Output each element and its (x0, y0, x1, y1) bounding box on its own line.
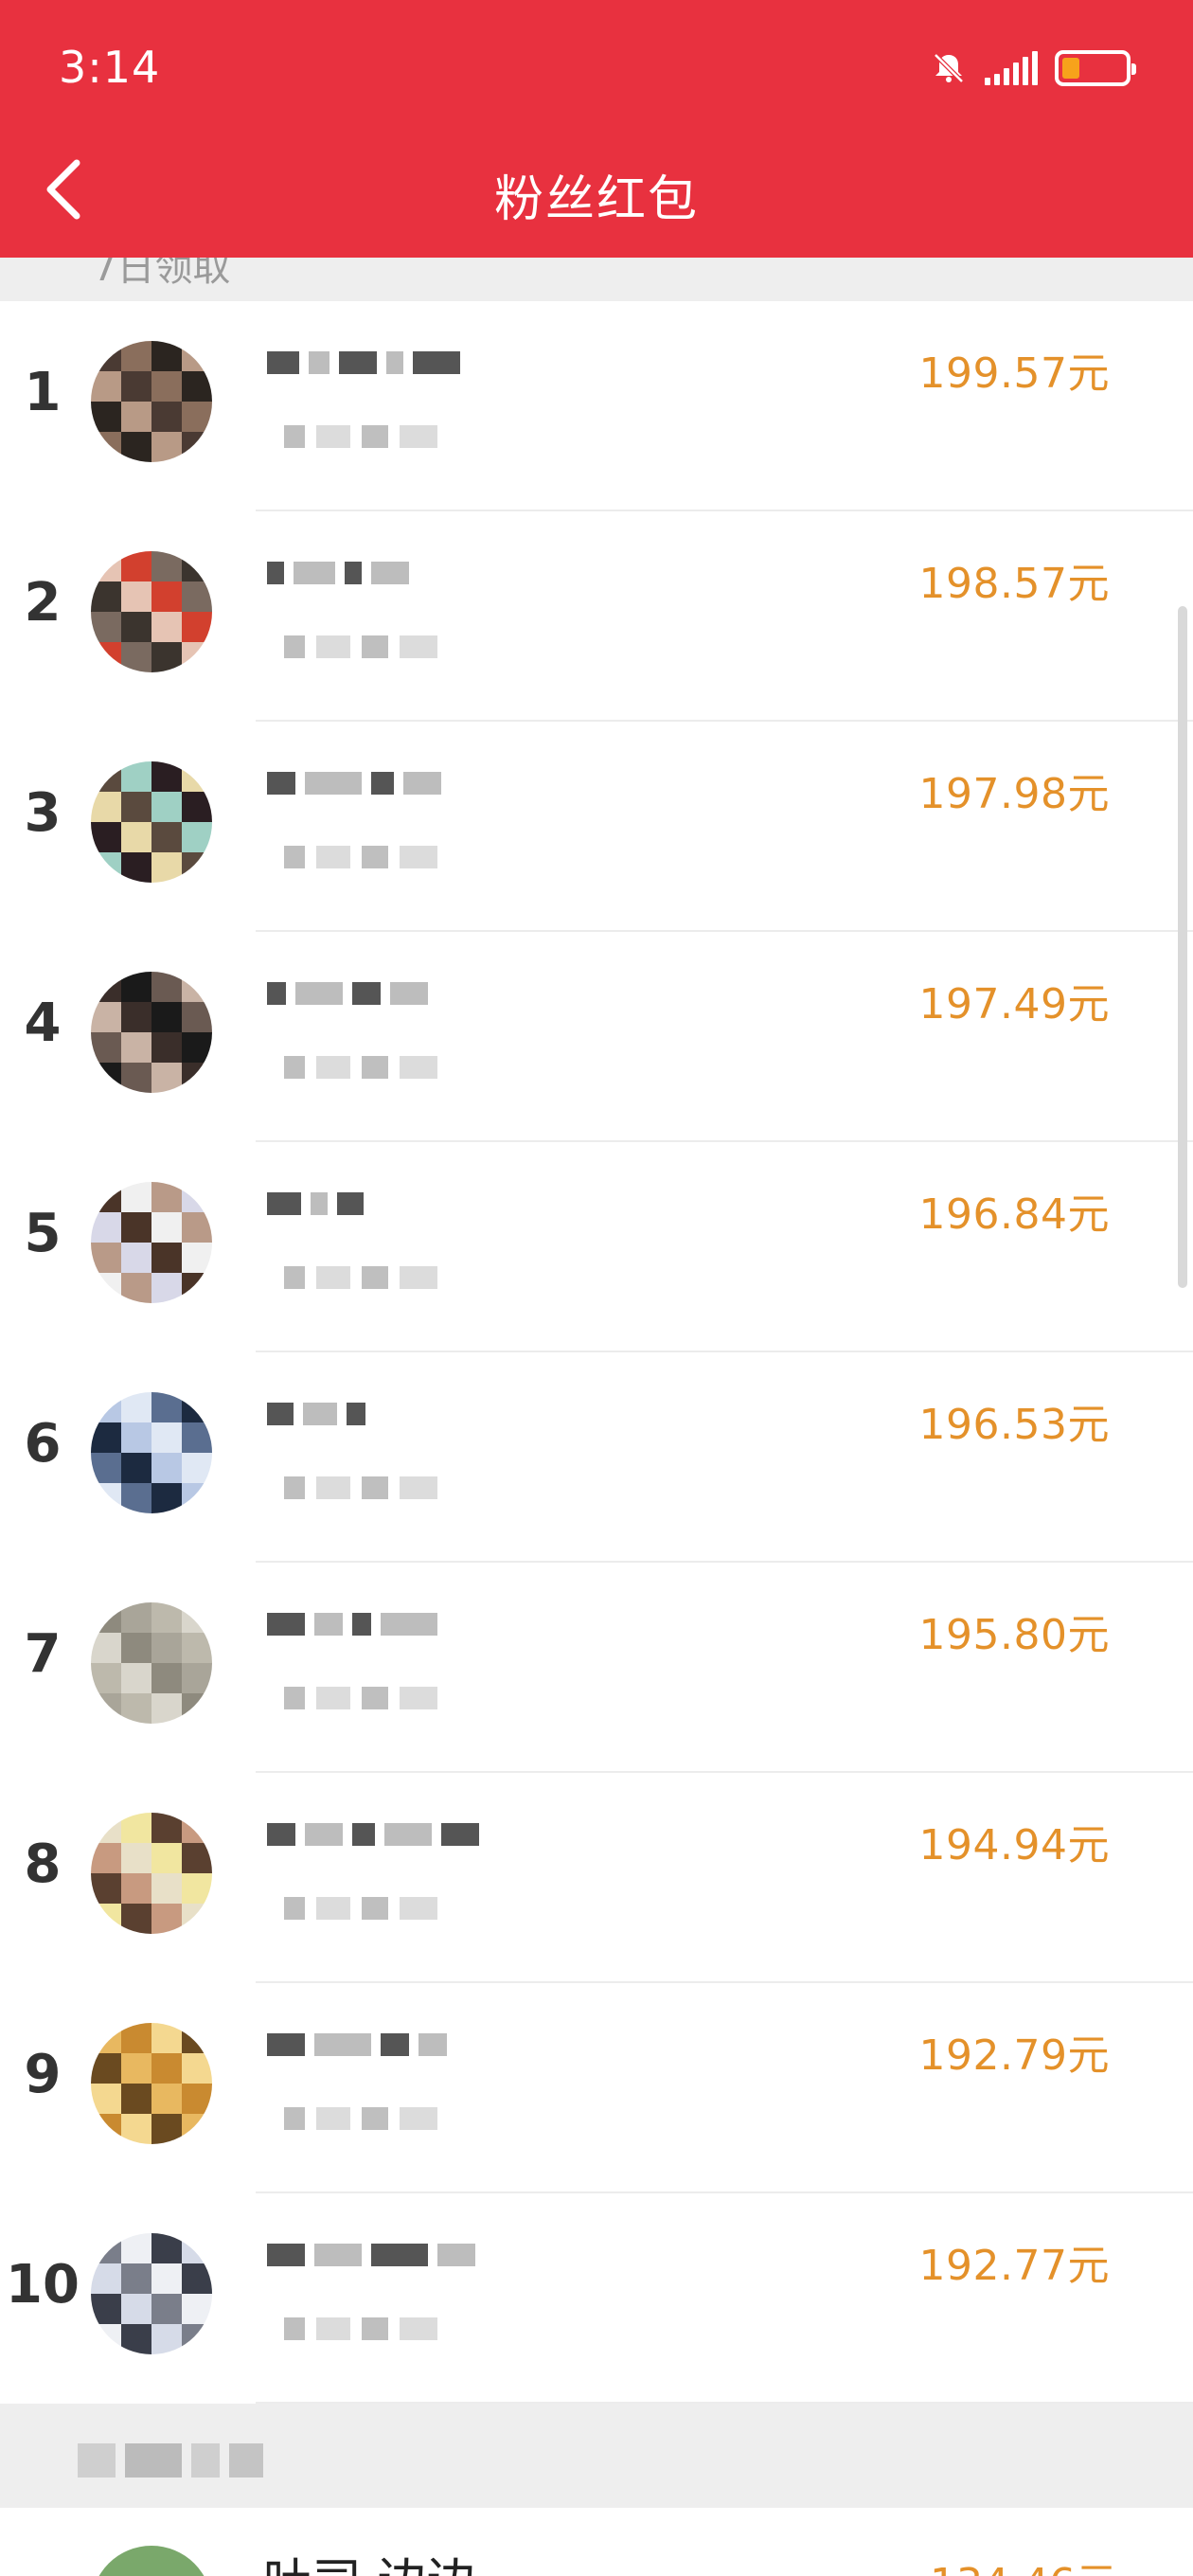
list-item[interactable]: 1 199.57元 (0, 301, 1193, 511)
group-header (0, 2404, 1193, 2508)
scrollbar[interactable] (1178, 606, 1187, 1288)
section-header: 7日领取 (0, 258, 1193, 301)
list-item[interactable]: 3 197.98元 (0, 722, 1193, 932)
rank-number: 6 (24, 1413, 62, 1475)
amount: 196.84元 (918, 1190, 1110, 1239)
avatar (91, 341, 212, 462)
user-name: 吐司 边边 (263, 2542, 476, 2576)
rank-number: 7 (24, 1623, 62, 1685)
ranking-list: 1 199.57元 2 198.57元 3 197.98元 4 197.49元 5 196.84元… (0, 301, 1193, 2404)
rank-number: 3 (24, 782, 62, 844)
blurred-user-name (267, 1398, 365, 1430)
blurred-user-subtitle (284, 843, 437, 871)
list-item[interactable]: 5 196.84元 (0, 1142, 1193, 1352)
blurred-user-subtitle (284, 1894, 437, 1923)
avatar (91, 972, 212, 1093)
rank-number: 9 (24, 2044, 62, 2105)
amount: 192.77元 (918, 2242, 1110, 2290)
blurred-user-name (267, 1608, 437, 1640)
list-item[interactable]: 6 196.53元 (0, 1352, 1193, 1563)
mute-bell-icon (934, 53, 964, 83)
section-header-label: 7日领取 (93, 258, 231, 290)
status-time: 3:14 (59, 42, 161, 93)
amount: 196.53元 (918, 1401, 1110, 1449)
rank-number: 1 (24, 362, 62, 423)
list-item[interactable]: 2 198.57元 (0, 511, 1193, 722)
blurred-user-name (267, 1188, 364, 1220)
blurred-user-subtitle (284, 1474, 437, 1502)
amount: 198.57元 (918, 560, 1110, 608)
avatar (91, 1602, 212, 1724)
blurred-user-subtitle (284, 1053, 437, 1082)
avatar (91, 2546, 212, 2576)
amount: 195.80元 (918, 1611, 1110, 1659)
avatar (91, 2233, 212, 2354)
blurred-user-name (267, 977, 428, 1010)
avatar (91, 1182, 212, 1303)
rank-number: 4 (24, 993, 62, 1054)
rank-number: 10 (6, 2254, 80, 2316)
avatar (91, 551, 212, 672)
list-item[interactable]: 7 195.80元 (0, 1563, 1193, 1773)
blurred-user-name (267, 767, 441, 799)
amount: 199.57元 (918, 349, 1110, 398)
blurred-user-name (267, 2029, 447, 2061)
rank-number: 8 (24, 1834, 62, 1895)
blurred-group-label (78, 2443, 263, 2478)
list-item[interactable]: 10 192.77元 (0, 2193, 1193, 2404)
list-item[interactable]: 9 192.79元 (0, 1983, 1193, 2193)
amount: 197.98元 (918, 770, 1110, 818)
avatar (91, 2023, 212, 2144)
rank-number: 2 (24, 572, 62, 634)
amount: 134.46元 (930, 2549, 1117, 2576)
signal-icon (985, 51, 1038, 85)
blurred-user-name (267, 557, 409, 589)
blurred-user-subtitle (284, 633, 437, 661)
avatar (91, 761, 212, 883)
page-title: 粉丝红包 (493, 171, 699, 228)
blurred-user-name (267, 2239, 475, 2271)
avatar (91, 1813, 212, 1934)
rank-number: 5 (24, 1203, 62, 1264)
list-item[interactable]: 4 197.49元 (0, 932, 1193, 1142)
blurred-user-subtitle (284, 422, 437, 451)
amount: 194.94元 (918, 1821, 1110, 1869)
status-icons (930, 45, 1136, 91)
blurred-user-subtitle (284, 1684, 437, 1712)
avatar (91, 1392, 212, 1513)
header-bar: 3:14 粉丝红包 (0, 0, 1193, 258)
battery-icon (1055, 50, 1136, 86)
blurred-user-name (267, 1818, 479, 1851)
list-item[interactable]: 吐司 边边 134.46元 (0, 2508, 1193, 2576)
blurred-user-subtitle (284, 2315, 437, 2343)
amount: 192.79元 (918, 2031, 1110, 2080)
list-item[interactable]: 8 194.94元 (0, 1773, 1193, 1983)
blurred-user-subtitle (284, 2104, 437, 2133)
amount: 197.49元 (918, 980, 1110, 1029)
blurred-user-subtitle (284, 1263, 437, 1292)
blurred-user-name (267, 347, 460, 379)
